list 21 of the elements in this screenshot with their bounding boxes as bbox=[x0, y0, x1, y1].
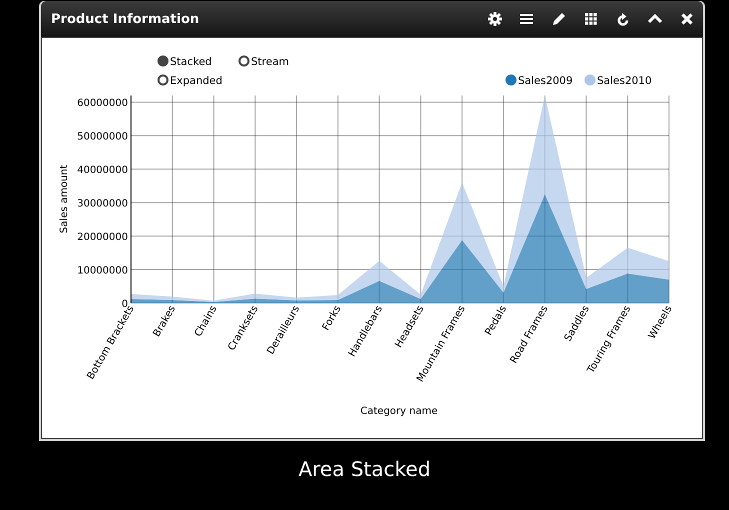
settings-button[interactable] bbox=[486, 10, 503, 28]
mode-radio[interactable]: Expanded bbox=[158, 74, 222, 87]
grid-button[interactable] bbox=[582, 10, 599, 28]
mode-radio[interactable]: Stacked bbox=[158, 56, 212, 68]
legend-label: Sales2010 bbox=[597, 75, 652, 87]
y-tick-label: 40000000 bbox=[77, 165, 128, 176]
panel-title: Product Information bbox=[51, 12, 200, 26]
x-axis-title: Category name bbox=[360, 406, 438, 417]
y-tick-label: 10000000 bbox=[77, 266, 128, 277]
mode-radio[interactable]: Stream bbox=[238, 56, 289, 68]
y-tick-label: 60000000 bbox=[77, 98, 128, 110]
chart-caption: Area Stacked bbox=[297, 457, 432, 481]
legend-item[interactable]: Sales2010 bbox=[584, 74, 652, 87]
y-tick-label: 20000000 bbox=[77, 232, 128, 244]
pencil-button[interactable] bbox=[550, 10, 567, 28]
y-tick-label: 0 bbox=[122, 299, 128, 310]
legend-label: Sales2009 bbox=[518, 75, 573, 87]
y-tick-label: 50000000 bbox=[77, 132, 128, 143]
y-axis-title: Sales amount bbox=[59, 164, 70, 234]
y-tick-label: 30000000 bbox=[77, 198, 128, 210]
legend-item[interactable]: Sales2009 bbox=[506, 74, 573, 87]
